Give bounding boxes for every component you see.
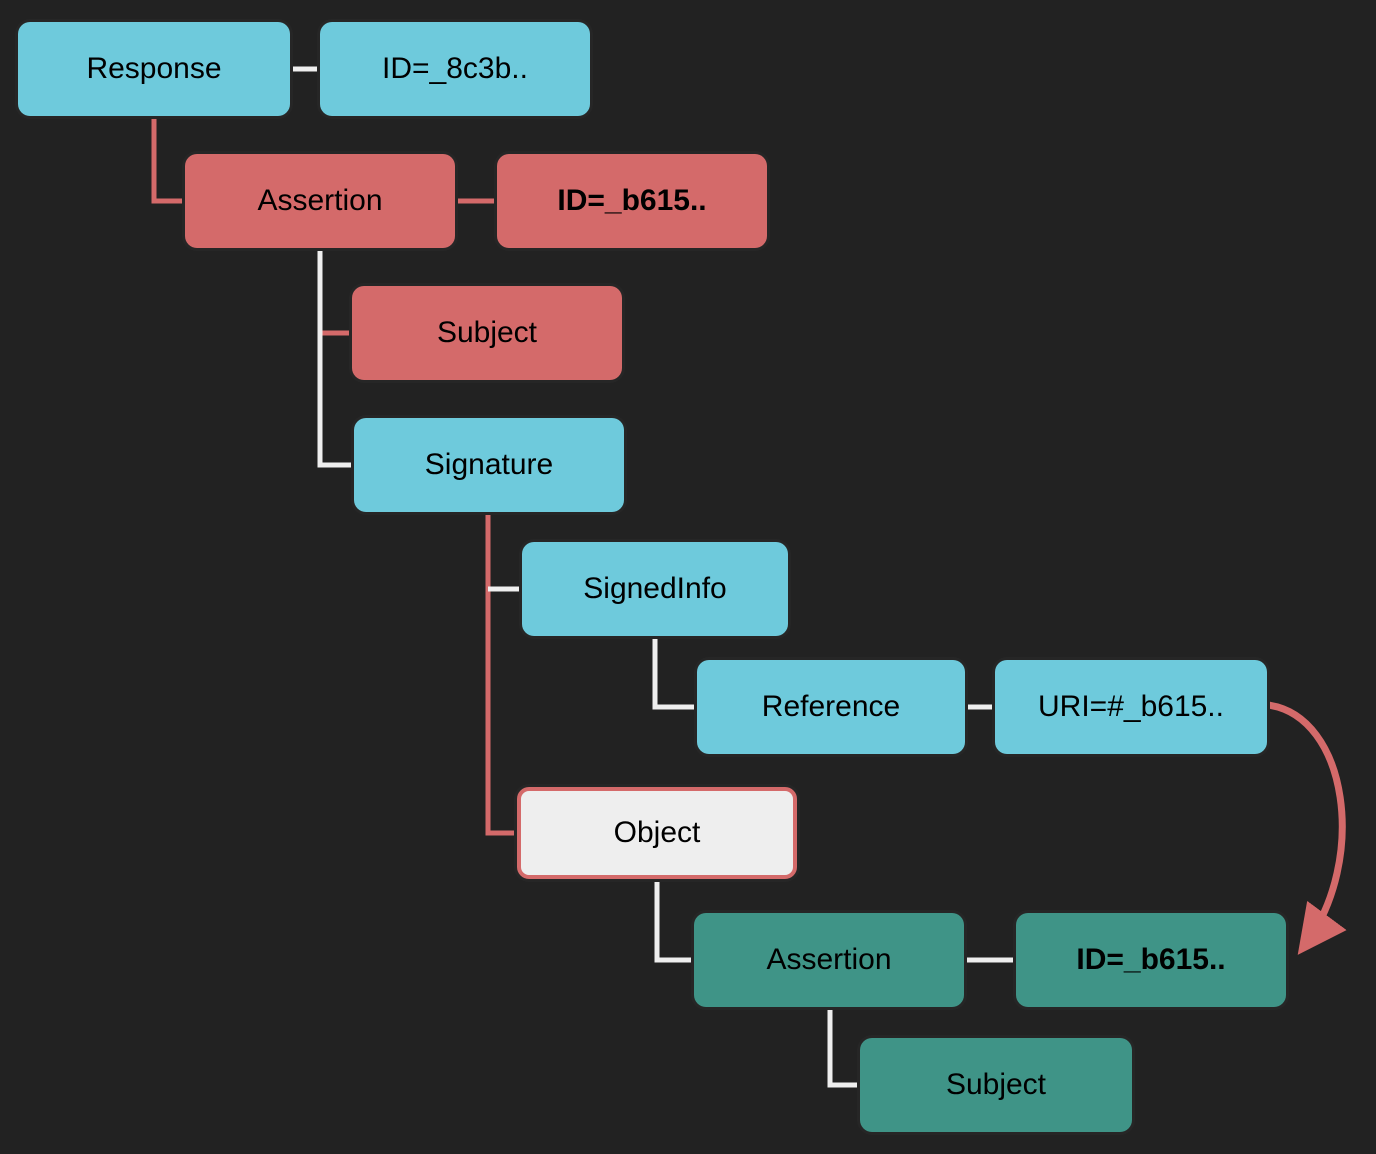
node-subject-outer[interactable]: Subject (352, 286, 622, 380)
node-subject-outer-label: Subject (436, 316, 538, 349)
edge-assertion-to-signature (317, 248, 354, 468)
node-response[interactable]: Response (18, 22, 290, 116)
node-reference[interactable]: Reference (697, 660, 965, 754)
edge-response-to-assertion (151, 116, 185, 204)
node-assertion-outer-label: Assertion (257, 184, 383, 217)
node-assertion-id-label: ID=_b615.. (557, 184, 707, 217)
node-object[interactable]: Object (517, 787, 797, 879)
signature-wrapping-diagram: Response ID=_8c3b.. Assertion ID=_b615..… (0, 0, 1376, 1154)
node-response-id-label: ID=_8c3b.. (382, 52, 528, 85)
edge-assertion-inner-to-subject (827, 1007, 860, 1088)
node-object-label: Object (613, 816, 701, 849)
edge-assertion-to-subject (317, 248, 352, 336)
node-reference-label: Reference (761, 690, 901, 723)
node-subject-inner[interactable]: Subject (860, 1038, 1132, 1132)
node-response-id[interactable]: ID=_8c3b.. (320, 22, 590, 116)
node-signedinfo[interactable]: SignedInfo (522, 542, 788, 636)
node-subject-inner-label: Subject (945, 1068, 1047, 1101)
node-response-label: Response (86, 52, 222, 85)
edge-uri-to-assertion-inner-id (1267, 701, 1347, 955)
node-signature-label: Signature (424, 448, 554, 481)
node-assertion-id[interactable]: ID=_b615.. (497, 154, 767, 248)
node-assertion-inner-id-label: ID=_b615.. (1076, 943, 1226, 976)
node-assertion-inner[interactable]: Assertion (694, 913, 964, 1007)
node-assertion-outer[interactable]: Assertion (185, 154, 455, 248)
edge-signature-to-object (485, 512, 517, 836)
node-assertion-inner-label: Assertion (766, 943, 892, 976)
node-signedinfo-label: SignedInfo (583, 572, 727, 605)
node-assertion-inner-id[interactable]: ID=_b615.. (1016, 913, 1286, 1007)
node-reference-uri[interactable]: URI=#_b615.. (995, 660, 1267, 754)
edge-signedinfo-to-reference (652, 636, 697, 710)
node-signature[interactable]: Signature (354, 418, 624, 512)
node-reference-uri-label: URI=#_b615.. (1038, 690, 1224, 723)
edge-object-to-assertion-inner (654, 879, 694, 963)
